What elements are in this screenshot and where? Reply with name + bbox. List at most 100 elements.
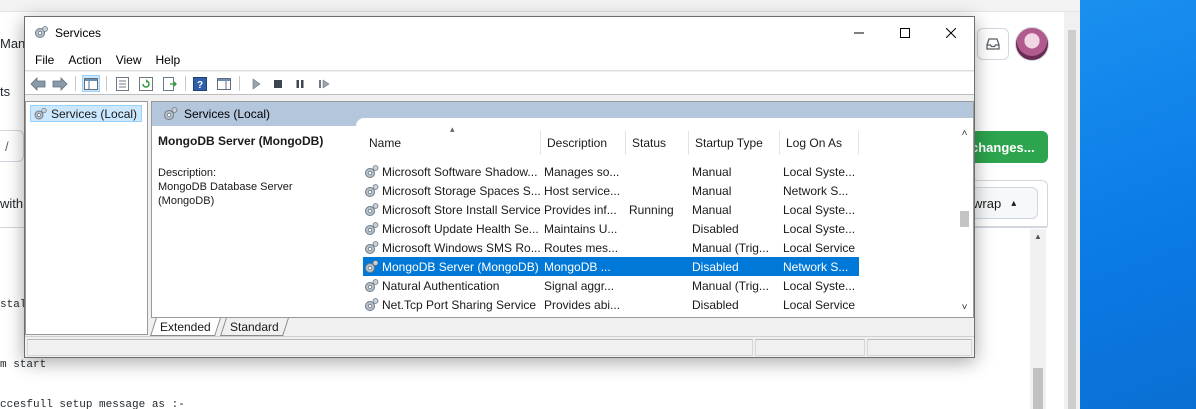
restart-service-icon[interactable] bbox=[315, 75, 333, 92]
service-startup-type: Manual bbox=[692, 202, 732, 217]
editor-scroll-thumb[interactable] bbox=[1033, 368, 1043, 409]
console-tree: Services (Local) bbox=[25, 101, 148, 335]
services-gear-icon bbox=[34, 107, 47, 119]
browser-top-strip bbox=[0, 0, 1080, 12]
tab-standard[interactable]: Standard bbox=[220, 318, 289, 336]
list-scrollbar[interactable]: ˄ ˅ bbox=[956, 118, 973, 317]
properties-list-icon[interactable] bbox=[113, 75, 131, 92]
service-gear-icon bbox=[365, 202, 379, 216]
service-description: Routes mes... bbox=[544, 240, 619, 255]
service-log-on-as: Local Service bbox=[783, 297, 856, 312]
maximize-icon bbox=[900, 28, 910, 38]
commit-changes-button[interactable]: changes... bbox=[965, 131, 1048, 163]
column-header-name[interactable]: Name bbox=[363, 131, 541, 155]
column-header-description[interactable]: Description bbox=[541, 131, 626, 155]
tree-item-services-local[interactable]: Services (Local) bbox=[30, 105, 143, 122]
service-row[interactable]: Natural Authentication Signal aggr... Manu… bbox=[363, 276, 859, 295]
status-cell bbox=[867, 339, 972, 356]
help-icon[interactable]: ? bbox=[191, 75, 209, 92]
service-description: Signal aggr... bbox=[544, 278, 615, 293]
service-startup-type: Disabled bbox=[692, 259, 739, 274]
list-header: ▴ Name Description Status Startup Type L… bbox=[356, 118, 956, 160]
export-list-icon[interactable] bbox=[161, 75, 179, 92]
service-row[interactable]: Microsoft Update Health Se... Maintains U… bbox=[363, 219, 859, 238]
service-startup-type: Disabled bbox=[692, 297, 739, 312]
service-name: Microsoft Storage Spaces S... bbox=[382, 183, 541, 198]
pause-service-icon[interactable] bbox=[291, 75, 309, 92]
service-name: MongoDB Server (MongoDB) bbox=[382, 259, 539, 274]
wrap-select[interactable]: wrap ▴︎ bbox=[965, 187, 1038, 219]
service-description: Provides abi... bbox=[544, 297, 621, 312]
service-log-on-as: Network S... bbox=[783, 183, 849, 198]
service-name-cell: Microsoft Store Install Service bbox=[363, 202, 541, 218]
maximize-button[interactable] bbox=[882, 17, 928, 49]
action-pane-icon[interactable] bbox=[215, 75, 233, 92]
service-gear-icon bbox=[365, 297, 379, 311]
service-row[interactable]: Net.Tcp Port Sharing Service Provides abi… bbox=[363, 295, 859, 314]
service-log-on-as: Local Syste... bbox=[783, 278, 856, 293]
service-row[interactable]: Microsoft Windows SMS Ro... Routes mes...… bbox=[363, 238, 859, 257]
wrap-select-label: wrap bbox=[973, 195, 1002, 211]
user-avatar[interactable] bbox=[1015, 27, 1049, 61]
list-scroll-thumb[interactable] bbox=[960, 211, 969, 227]
service-name-cell: Netlogon bbox=[363, 316, 541, 318]
service-name: Microsoft Store Install Service bbox=[382, 202, 541, 217]
service-rows: Microsoft Software Shadow... Manages so..… bbox=[363, 162, 863, 317]
service-row[interactable]: Netlogon Maintains a... ManualLocal Syste.… bbox=[363, 314, 859, 318]
code-line: ccesfull setup message as :- bbox=[0, 399, 185, 409]
extended-description-panel: MongoDB Server (MongoDB) Description: Mo… bbox=[158, 134, 348, 208]
service-row[interactable]: MongoDB Server (MongoDB) MongoDB ... Disab… bbox=[363, 257, 859, 276]
service-gear-icon bbox=[365, 164, 379, 178]
description-label: Description: bbox=[158, 167, 217, 179]
stop-service-icon[interactable] bbox=[269, 75, 287, 92]
close-icon bbox=[946, 28, 956, 38]
service-name-cell: Microsoft Software Shadow... bbox=[363, 164, 541, 180]
service-description: Maintains U... bbox=[544, 221, 618, 236]
column-header-status[interactable]: Status bbox=[626, 131, 689, 155]
column-header-startup-type[interactable]: Startup Type bbox=[689, 131, 780, 155]
scroll-down-icon[interactable]: ˅ bbox=[956, 300, 973, 314]
back-arrow-icon[interactable] bbox=[29, 75, 47, 92]
window-title: Services bbox=[55, 26, 102, 40]
service-gear-icon bbox=[374, 316, 377, 317]
bg-nav-fragment: ts bbox=[0, 84, 11, 99]
show-hide-tree-icon[interactable] bbox=[82, 75, 100, 92]
service-startup-type: Disabled bbox=[692, 221, 739, 236]
minimize-button[interactable] bbox=[836, 17, 882, 49]
service-name: Natural Authentication bbox=[382, 278, 500, 293]
service-log-on-as: Local Syste... bbox=[783, 221, 856, 236]
service-log-on-as: Local Syste... bbox=[783, 164, 856, 179]
service-startup-type: Manual bbox=[692, 164, 732, 179]
close-button[interactable] bbox=[928, 17, 974, 49]
service-gear-icon bbox=[365, 259, 379, 273]
service-name-cell: Net.Tcp Port Sharing Service bbox=[363, 297, 541, 313]
scroll-up-icon[interactable]: ▲ bbox=[1030, 229, 1046, 243]
status-cell bbox=[27, 339, 753, 356]
service-row[interactable]: Microsoft Software Shadow... Manages so..… bbox=[363, 162, 859, 181]
forward-arrow-icon[interactable] bbox=[51, 75, 69, 92]
service-description: Manages so... bbox=[544, 164, 620, 179]
page-scroll-thumb[interactable] bbox=[1068, 30, 1076, 409]
menu-action[interactable]: Action bbox=[61, 53, 108, 67]
start-service-icon[interactable] bbox=[247, 75, 265, 92]
menu-help[interactable]: Help bbox=[149, 53, 188, 67]
inbox-icon[interactable] bbox=[977, 28, 1009, 60]
service-row[interactable]: Microsoft Store Install Service Provides … bbox=[363, 200, 859, 219]
tab-extended[interactable]: Extended bbox=[150, 318, 221, 336]
code-line: m start bbox=[0, 359, 47, 371]
service-row[interactable]: Microsoft Storage Spaces S... Host servic… bbox=[363, 181, 859, 200]
status-cell bbox=[755, 339, 865, 356]
services-gear-icon bbox=[35, 26, 48, 38]
refresh-icon[interactable] bbox=[137, 75, 155, 92]
service-gear-icon bbox=[365, 278, 379, 292]
title-bar[interactable]: Services bbox=[25, 17, 974, 49]
bg-path-slash: / bbox=[5, 139, 9, 154]
service-description: Maintains a... bbox=[541, 317, 626, 318]
view-tabs: Extended Standard bbox=[150, 318, 974, 336]
menu-view[interactable]: View bbox=[109, 53, 149, 67]
toolbar: ? bbox=[25, 72, 974, 95]
scroll-up-icon[interactable]: ˄ bbox=[956, 126, 973, 140]
menu-file[interactable]: File bbox=[28, 53, 61, 67]
column-header-log-on-as[interactable]: Log On As bbox=[780, 131, 859, 155]
service-name: Microsoft Windows SMS Ro... bbox=[382, 240, 541, 255]
